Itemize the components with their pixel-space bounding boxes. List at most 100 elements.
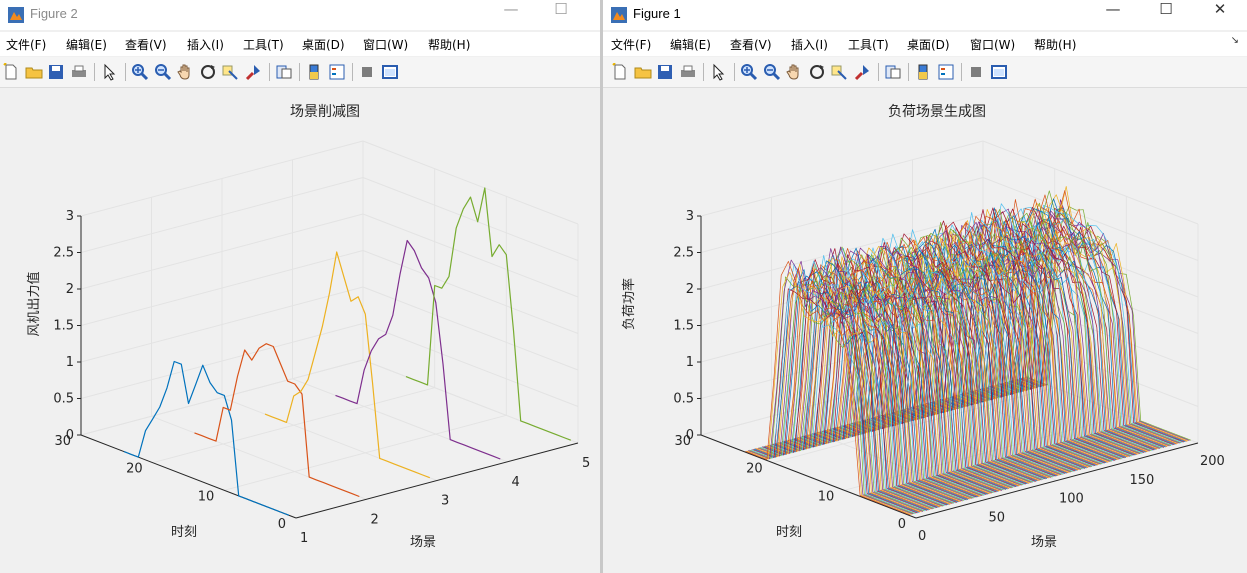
figure-1-window: Figure 1 — ☐ ✕ 文件(F) 编辑(E) 查看(V) 插入(I) 工… xyxy=(603,0,1247,573)
grid-line xyxy=(982,140,1199,225)
brush-icon[interactable] xyxy=(244,63,262,81)
close-button[interactable]: ✕ xyxy=(1197,0,1243,30)
menu-tools[interactable]: 工具(T) xyxy=(848,36,889,53)
chart-title: 负荷场景生成图 xyxy=(888,104,986,120)
figure-toolbar xyxy=(0,57,600,88)
series-line-2 xyxy=(194,343,360,498)
x-tick-label: 2 xyxy=(371,512,379,527)
pan-icon[interactable] xyxy=(176,63,194,81)
toolbar-separator xyxy=(268,63,270,81)
link-plot-icon[interactable] xyxy=(275,63,293,81)
series-group xyxy=(123,187,572,516)
link-plot-icon[interactable] xyxy=(884,63,902,81)
pan-icon[interactable] xyxy=(785,63,803,81)
rotate-3d-icon[interactable] xyxy=(199,63,217,81)
zoom-out-icon[interactable] xyxy=(763,63,781,81)
series-line-4 xyxy=(335,239,501,460)
menu-desktop[interactable]: 桌面(D) xyxy=(907,36,950,53)
toolbar-separator xyxy=(125,63,126,81)
menu-edit[interactable]: 编辑(E) xyxy=(66,36,107,53)
grid-line xyxy=(362,177,579,261)
z-tick-label: 2.5 xyxy=(53,246,74,261)
z-tick-label: 1 xyxy=(66,355,74,370)
figure-toolbar xyxy=(603,57,1247,88)
insert-colorbar-icon[interactable] xyxy=(914,63,932,81)
new-figure-icon[interactable] xyxy=(2,63,20,81)
x-tick-label: 100 xyxy=(1059,492,1084,507)
toolbar-separator xyxy=(877,63,879,81)
print-icon[interactable] xyxy=(679,63,697,81)
menu-window[interactable]: 窗口(W) xyxy=(970,36,1015,53)
menu-overflow-icon[interactable]: ↘ xyxy=(1231,35,1239,46)
toolbar-separator xyxy=(299,63,301,81)
insert-legend-icon[interactable] xyxy=(937,63,955,81)
maximize-button[interactable]: ☐ xyxy=(1143,0,1189,30)
z-tick-label: 3 xyxy=(686,209,694,224)
menu-help[interactable]: 帮助(H) xyxy=(1034,36,1076,53)
menu-help[interactable]: 帮助(H) xyxy=(428,36,470,53)
y-tick-label: 10 xyxy=(198,489,215,504)
y-tick-label: 30 xyxy=(54,434,71,449)
title-bar[interactable]: Figure 1 — ☐ ✕ xyxy=(603,0,1247,30)
grid-line xyxy=(224,414,507,491)
y-tick-label: 10 xyxy=(818,489,835,504)
x-tick-label: 0 xyxy=(918,529,926,544)
show-plot-tools-icon[interactable] xyxy=(990,63,1008,81)
zoom-out-icon[interactable] xyxy=(154,63,172,81)
z-tick-label: 1.5 xyxy=(53,319,74,334)
insert-legend-icon[interactable] xyxy=(328,63,346,81)
z-tick-label: 3 xyxy=(66,209,74,224)
zoom-in-icon[interactable] xyxy=(131,63,149,81)
zoom-in-icon[interactable] xyxy=(740,63,758,81)
minimize-button[interactable]: — xyxy=(488,0,534,30)
x-tick-label: 150 xyxy=(1130,473,1155,488)
grid-line xyxy=(152,387,435,464)
rotate-3d-icon[interactable] xyxy=(808,63,826,81)
menu-file[interactable]: 文件(F) xyxy=(6,36,46,53)
open-file-icon[interactable] xyxy=(25,63,43,81)
maximize-button[interactable]: ☐ xyxy=(538,0,584,30)
x-axis-label: 场景 xyxy=(410,535,436,550)
menu-window[interactable]: 窗口(W) xyxy=(363,36,408,53)
menu-file[interactable]: 文件(F) xyxy=(611,36,651,53)
select-arrow-icon[interactable] xyxy=(709,63,727,81)
z-tick-label: 0.5 xyxy=(673,392,694,407)
menu-bar: 文件(F) 编辑(E) 查看(V) 插入(I) 工具(T) 桌面(D) 窗口(W… xyxy=(0,32,600,56)
hide-plot-tools-icon[interactable] xyxy=(358,63,376,81)
menu-edit[interactable]: 编辑(E) xyxy=(670,36,711,53)
minimize-button[interactable]: — xyxy=(1090,0,1136,30)
new-figure-icon[interactable] xyxy=(611,63,629,81)
menu-insert[interactable]: 插入(I) xyxy=(791,36,828,53)
toolbar-separator xyxy=(908,63,910,81)
toolbar-separator xyxy=(734,63,735,81)
menu-tools[interactable]: 工具(T) xyxy=(243,36,284,53)
grid-line xyxy=(362,140,579,225)
data-cursor-icon[interactable] xyxy=(830,63,848,81)
menu-view[interactable]: 查看(V) xyxy=(125,36,167,53)
x-tick-label: 1 xyxy=(300,531,308,546)
z-axis-label: 负荷功率 xyxy=(621,278,637,330)
title-bar[interactable]: Figure 2 — ☐ xyxy=(0,0,600,30)
menu-view[interactable]: 查看(V) xyxy=(730,36,772,53)
insert-colorbar-icon[interactable] xyxy=(305,63,323,81)
brush-icon[interactable] xyxy=(853,63,871,81)
data-cursor-icon[interactable] xyxy=(221,63,239,81)
y-axis-label: 时刻 xyxy=(171,525,197,540)
z-tick-label: 0.5 xyxy=(53,392,74,407)
z-axis-label: 风机出力值 xyxy=(26,271,42,336)
z-tick-label: 1.5 xyxy=(673,319,694,334)
menu-insert[interactable]: 插入(I) xyxy=(187,36,224,53)
x-axis-label: 场景 xyxy=(1031,535,1057,550)
select-arrow-icon[interactable] xyxy=(100,63,118,81)
series-line-3 xyxy=(264,251,431,479)
y-tick-label: 30 xyxy=(674,434,691,449)
chart-title: 场景削减图 xyxy=(290,104,360,120)
open-file-icon[interactable] xyxy=(634,63,652,81)
menu-desktop[interactable]: 桌面(D) xyxy=(302,36,345,53)
print-icon[interactable] xyxy=(70,63,88,81)
save-icon[interactable] xyxy=(47,63,65,81)
hide-plot-tools-icon[interactable] xyxy=(967,63,985,81)
save-icon[interactable] xyxy=(656,63,674,81)
show-plot-tools-icon[interactable] xyxy=(381,63,399,81)
z-tick-label: 2 xyxy=(686,282,694,297)
